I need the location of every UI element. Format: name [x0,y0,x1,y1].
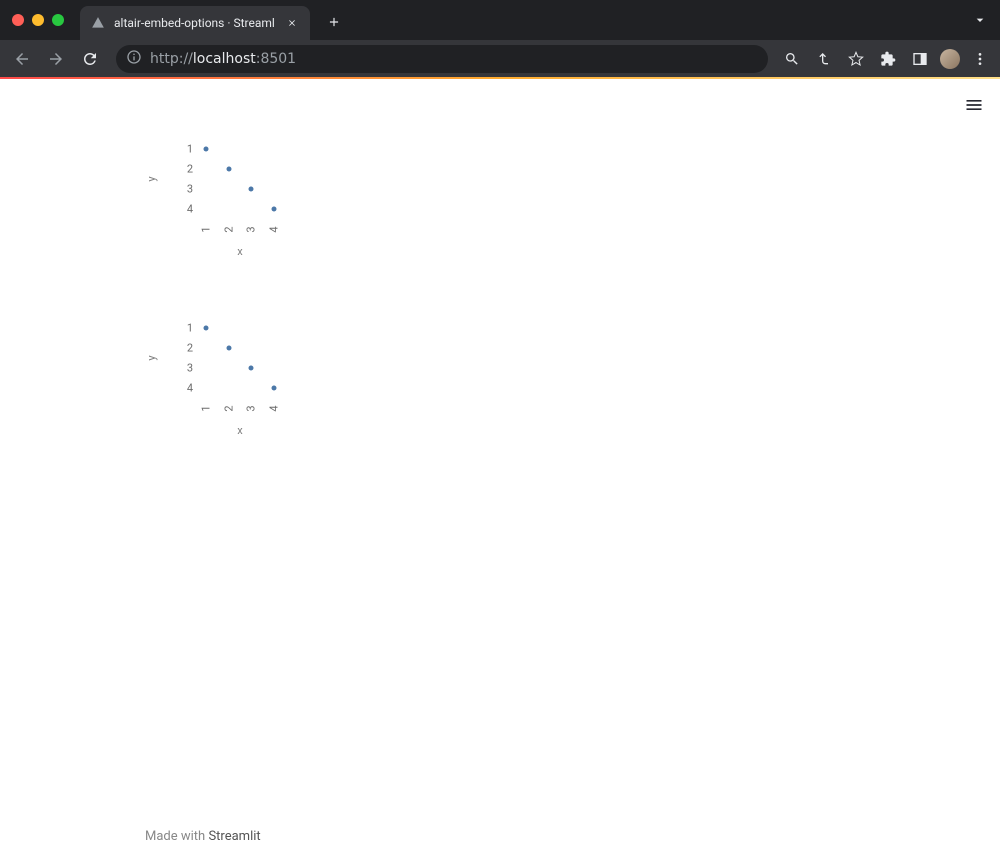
chart-1: 1 2 3 4 y 1 2 3 4 x [145,318,305,437]
tab-close-icon[interactable] [284,15,300,31]
data-point [249,366,254,371]
x-axis-label: x [195,245,285,258]
y-tick: 3 [187,362,193,375]
y-tick: 1 [187,143,193,156]
x-tick: 3 [245,226,258,232]
y-axis-label: y [145,355,158,360]
new-tab-button[interactable] [320,8,348,36]
x-tick: 2 [222,226,235,232]
data-point [271,207,276,212]
footer: Made with Streamlit [145,829,261,844]
app-content: 1 2 3 4 y 1 2 3 4 x 1 2 3 4 y 1 2 3 4 x Made with Streamlit [0,79,1000,856]
toolbar-right-icons [780,47,992,71]
reload-button[interactable] [76,45,104,73]
bookmark-icon[interactable] [844,47,868,71]
url-port: :8501 [256,51,296,67]
browser-tab[interactable]: altair-embed-options · Streaml [80,6,310,40]
data-point [204,147,209,152]
tab-favicon-icon [90,15,106,31]
data-point [226,346,231,351]
x-tick: 3 [245,405,258,411]
url-bar[interactable]: http://localhost:8501 [116,45,768,73]
browser-toolbar: http://localhost:8501 [0,40,1000,77]
footer-prefix: Made with [145,829,208,844]
y-tick: 2 [187,163,193,176]
chart-0: 1 2 3 4 y 1 2 3 4 x [145,139,305,258]
share-icon[interactable] [812,47,836,71]
data-point [204,326,209,331]
tab-title: altair-embed-options · Streaml [114,16,276,30]
x-tick: 4 [267,226,280,232]
plot-area [195,318,285,398]
main-area: 1 2 3 4 y 1 2 3 4 x 1 2 3 4 y 1 2 3 4 x [0,79,1000,437]
x-axis-label: x [195,424,285,437]
y-tick: 1 [187,322,193,335]
site-info-icon[interactable] [126,49,142,69]
x-tick: 4 [267,405,280,411]
y-tick: 3 [187,183,193,196]
back-button[interactable] [8,45,36,73]
window-close-button[interactable] [12,14,24,26]
window-minimize-button[interactable] [32,14,44,26]
forward-button[interactable] [42,45,70,73]
window-maximize-button[interactable] [52,14,64,26]
y-tick: 2 [187,342,193,355]
zoom-icon[interactable] [780,47,804,71]
url-text: http://localhost:8501 [150,51,296,67]
x-tick: 1 [200,226,213,232]
browser-menu-icon[interactable] [968,47,992,71]
window-controls [12,14,64,26]
url-protocol: http:// [150,51,193,67]
x-ticks: 1 2 3 4 [195,219,285,237]
footer-link[interactable]: Streamlit [208,829,260,844]
y-tick: 4 [187,382,193,395]
tab-bar: altair-embed-options · Streaml [0,0,1000,40]
plot-area [195,139,285,219]
y-tick: 4 [187,203,193,216]
profile-avatar[interactable] [940,49,960,69]
data-point [271,386,276,391]
y-ticks: 1 2 3 4 [175,318,193,398]
data-point [249,187,254,192]
y-axis-label: y [145,176,158,181]
data-point [226,167,231,172]
x-ticks: 1 2 3 4 [195,398,285,416]
y-ticks: 1 2 3 4 [175,139,193,219]
browser-chrome: altair-embed-options · Streaml http:// [0,0,1000,77]
side-panel-icon[interactable] [908,47,932,71]
tab-list-button[interactable] [972,12,988,32]
x-tick: 1 [200,405,213,411]
app-menu-button[interactable] [962,93,986,117]
extensions-icon[interactable] [876,47,900,71]
x-tick: 2 [222,405,235,411]
url-host: localhost [193,51,256,67]
